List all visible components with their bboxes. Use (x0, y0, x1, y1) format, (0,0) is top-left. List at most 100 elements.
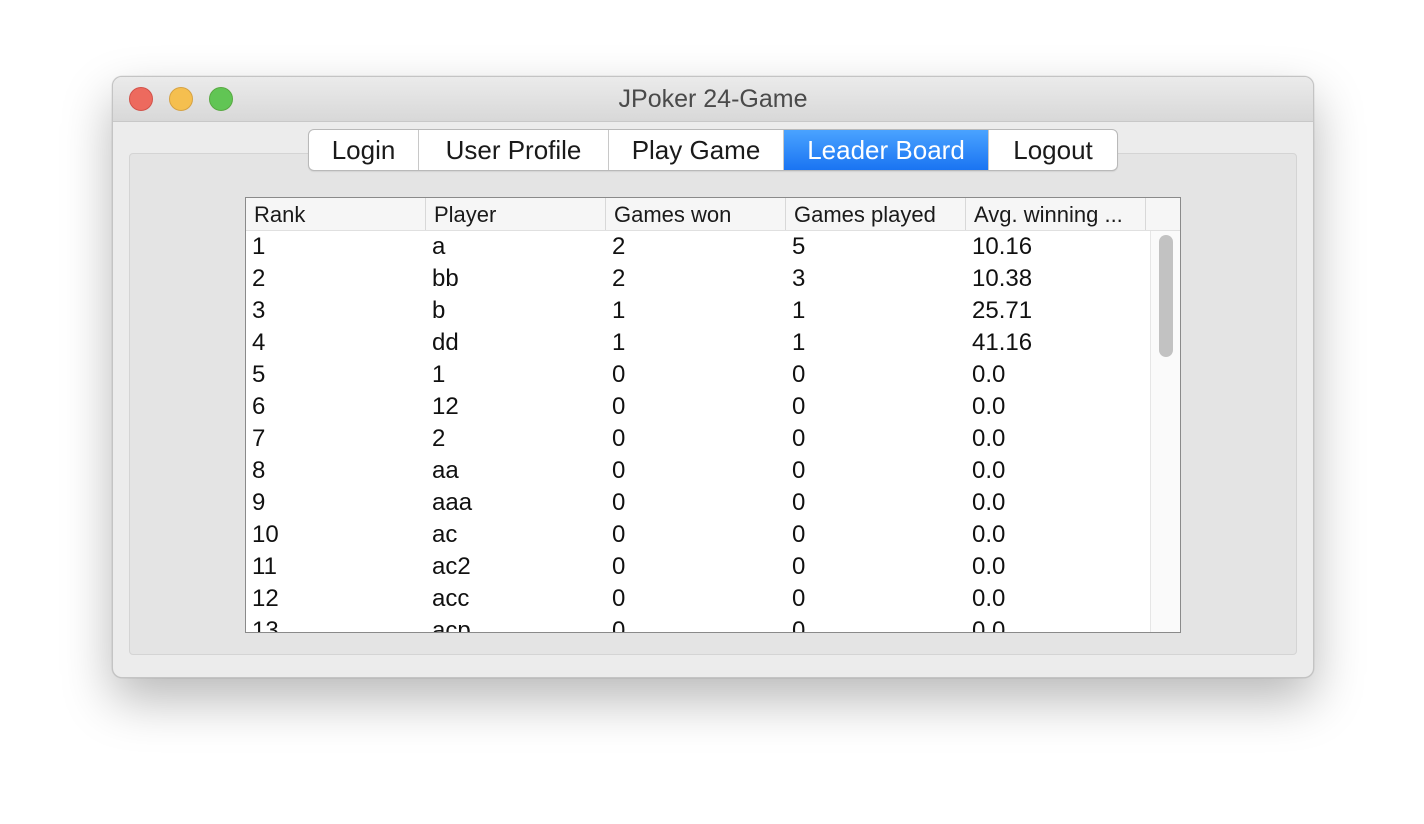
games-played-cell: 0 (792, 457, 806, 484)
avg-winning-cell: 0.0 (972, 553, 1006, 580)
tab-logout[interactable]: Logout (989, 130, 1117, 170)
rank-cell: 7 (252, 425, 266, 452)
games-won-cell: 0 (612, 361, 626, 388)
games-won-cell: 1 (612, 297, 626, 324)
avg-winning-cell: 10.16 (972, 233, 1033, 260)
avg-winning-cell: 0.0 (972, 521, 1006, 548)
games-won-cell: 0 (612, 425, 626, 452)
rank-cell: 11 (252, 553, 277, 580)
player-cell: b (432, 297, 446, 324)
player-cell: aaa (432, 489, 473, 516)
games-played-cell: 1 (792, 329, 806, 356)
column-header-rank[interactable]: Rank (246, 198, 426, 230)
rank-cell: 3 (252, 297, 266, 324)
player-cell: a (432, 233, 446, 260)
table-row[interactable]: 10 ac 0 0 0.0 (246, 519, 1150, 551)
table-row[interactable]: 11 ac2 0 0 0.0 (246, 551, 1150, 583)
games-won-cell: 0 (612, 521, 626, 548)
games-won-cell: 0 (612, 457, 626, 484)
games-played-cell: 0 (792, 425, 806, 452)
games-won-cell: 0 (612, 393, 626, 420)
player-cell: aa (432, 457, 459, 484)
table-row[interactable]: 2 bb 2 3 10.38 (246, 263, 1150, 295)
rank-cell: 12 (252, 585, 279, 612)
app-window: JPoker 24-Game Login User Profile Play G… (112, 76, 1314, 678)
rank-cell: 10 (252, 521, 279, 548)
avg-winning-cell: 0.0 (972, 617, 1006, 632)
header-filler (1146, 198, 1180, 230)
player-cell: ac (432, 521, 458, 548)
avg-winning-cell: 0.0 (972, 361, 1006, 388)
player-cell: 12 (432, 393, 459, 420)
tab-bar: Login User Profile Play Game Leader Boar… (308, 129, 1118, 171)
player-cell: bb (432, 265, 459, 292)
tab-play-game[interactable]: Play Game (609, 130, 784, 170)
scrollbar-thumb[interactable] (1159, 235, 1173, 357)
avg-winning-cell: 0.0 (972, 457, 1006, 484)
rank-cell: 8 (252, 457, 266, 484)
player-cell: dd (432, 329, 459, 356)
column-header-games-played[interactable]: Games played (786, 198, 966, 230)
minimize-window-button[interactable] (169, 87, 193, 111)
player-cell: 1 (432, 361, 446, 388)
rank-cell: 2 (252, 265, 266, 292)
window-title: JPoker 24-Game (618, 85, 808, 113)
player-cell: acc (432, 585, 470, 612)
avg-winning-cell: 0.0 (972, 393, 1006, 420)
player-cell: acp (432, 617, 471, 632)
rank-cell: 13 (252, 617, 279, 632)
table-row[interactable]: 1 a 2 5 10.16 (246, 231, 1150, 263)
games-played-cell: 3 (792, 265, 806, 292)
games-won-cell: 1 (612, 329, 626, 356)
leaderboard-table: Rank Player Games won Games played Avg. … (245, 197, 1181, 633)
table-row[interactable]: 4 dd 1 1 41.16 (246, 327, 1150, 359)
games-won-cell: 0 (612, 489, 626, 516)
games-played-cell: 0 (792, 617, 806, 632)
table-row[interactable]: 13 acp 0 0 0.0 (246, 615, 1150, 632)
table-row[interactable]: 12 acc 0 0 0.0 (246, 583, 1150, 615)
tab-leader-board[interactable]: Leader Board (784, 130, 989, 170)
column-header-avg-winning[interactable]: Avg. winning ... (966, 198, 1146, 230)
avg-winning-cell: 0.0 (972, 425, 1006, 452)
table-body: 1 a 2 5 10.16 2 bb 2 3 10.38 3 b 1 1 25.… (246, 231, 1150, 632)
tab-user-profile[interactable]: User Profile (419, 130, 609, 170)
player-cell: 2 (432, 425, 446, 452)
games-played-cell: 1 (792, 297, 806, 324)
avg-winning-cell: 0.0 (972, 585, 1006, 612)
avg-winning-cell: 10.38 (972, 265, 1033, 292)
games-played-cell: 0 (792, 393, 806, 420)
close-window-button[interactable] (129, 87, 153, 111)
rank-cell: 6 (252, 393, 266, 420)
games-played-cell: 0 (792, 553, 806, 580)
games-played-cell: 5 (792, 233, 806, 260)
avg-winning-cell: 41.16 (972, 329, 1033, 356)
player-cell: ac2 (432, 553, 471, 580)
games-won-cell: 0 (612, 553, 626, 580)
games-won-cell: 2 (612, 233, 626, 260)
games-won-cell: 0 (612, 585, 626, 612)
rank-cell: 1 (252, 233, 266, 260)
title-bar[interactable]: JPoker 24-Game (113, 77, 1313, 122)
table-row[interactable]: 8 aa 0 0 0.0 (246, 455, 1150, 487)
column-header-player[interactable]: Player (426, 198, 606, 230)
avg-winning-cell: 0.0 (972, 489, 1006, 516)
games-played-cell: 0 (792, 489, 806, 516)
rank-cell: 9 (252, 489, 266, 516)
avg-winning-cell: 25.71 (972, 297, 1033, 324)
games-played-cell: 0 (792, 585, 806, 612)
games-played-cell: 0 (792, 521, 806, 548)
games-won-cell: 2 (612, 265, 626, 292)
column-header-games-won[interactable]: Games won (606, 198, 786, 230)
zoom-window-button[interactable] (209, 87, 233, 111)
table-row[interactable]: 9 aaa 0 0 0.0 (246, 487, 1150, 519)
rank-cell: 5 (252, 361, 266, 388)
vertical-scrollbar[interactable] (1150, 231, 1180, 632)
tab-login[interactable]: Login (309, 130, 419, 170)
table-row[interactable]: 7 2 0 0 0.0 (246, 423, 1150, 455)
table-header: Rank Player Games won Games played Avg. … (246, 198, 1180, 231)
table-row[interactable]: 5 1 0 0 0.0 (246, 359, 1150, 391)
table-row[interactable]: 3 b 1 1 25.71 (246, 295, 1150, 327)
games-played-cell: 0 (792, 361, 806, 388)
games-won-cell: 0 (612, 617, 626, 632)
table-row[interactable]: 6 12 0 0 0.0 (246, 391, 1150, 423)
